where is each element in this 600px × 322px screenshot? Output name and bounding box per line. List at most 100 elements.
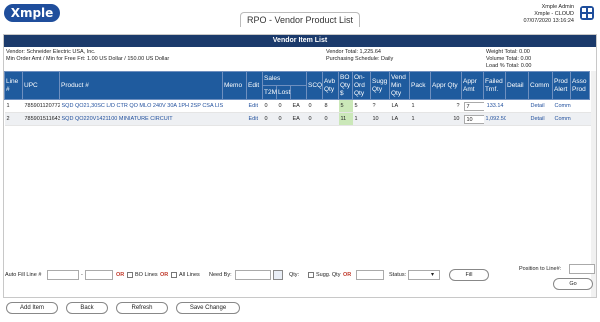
qty-input[interactable] [356, 270, 384, 280]
col-sugg: Sugg Qty [370, 71, 390, 100]
status-select[interactable] [408, 270, 440, 280]
col-line[interactable]: Line # [4, 71, 23, 100]
cell-bo: 5 [352, 99, 371, 113]
cell-onorder: 10 [370, 112, 390, 126]
vendor-info: Vendor: Schneider Electric USA, Inc. Min… [4, 47, 596, 71]
sugg-qty-checkbox[interactable] [308, 272, 314, 278]
col-product[interactable]: Product # [59, 71, 223, 100]
cell-failed [505, 112, 529, 126]
weight-label: Weight Total: [486, 49, 518, 55]
cell-sugg: LA [389, 112, 410, 126]
col-memo: Memo [222, 71, 247, 100]
need-by-label: Need By: [209, 272, 232, 278]
go-button[interactable]: Go [553, 278, 593, 290]
add-item-button[interactable]: Add Item [6, 302, 58, 314]
cell-appr[interactable]: 7 [461, 99, 484, 113]
cell-comm-link[interactable]: Comm [552, 112, 571, 126]
cell-t2m: 0 [276, 112, 291, 126]
qty-label: Qty: [289, 272, 300, 278]
col-avb: Avb Qty [322, 71, 339, 100]
cell-product-link[interactable]: SQD QO220V1421100 MINIATURE CIRCUIT [59, 112, 223, 126]
cell-sales: 0 [262, 112, 277, 126]
cell-edit-link[interactable]: Edit [246, 99, 263, 113]
need-by-input[interactable] [235, 270, 271, 280]
col-upc[interactable]: UPC [22, 71, 60, 100]
fill-button[interactable]: Fill [449, 269, 489, 281]
cell-comm-link[interactable]: Comm [552, 99, 571, 113]
position-input[interactable] [569, 264, 595, 274]
cell-scq: 8 [322, 99, 339, 113]
cell-avb: 5 [338, 99, 353, 113]
cell-scq: 0 [322, 112, 339, 126]
bo-lines-label: BO Lines [135, 272, 158, 278]
schedule-value: Daily [381, 56, 394, 62]
datetime: 07/07/2020 13:16:24 [523, 18, 574, 24]
save-change-button[interactable]: Save Change [176, 302, 240, 314]
cell-lost: 0 [306, 112, 323, 126]
autofill-to-input[interactable] [85, 270, 113, 280]
cell-memo[interactable] [222, 99, 247, 113]
cell-edit-link[interactable]: Edit [246, 112, 263, 126]
vendor-total-value: 1,225.64 [359, 49, 381, 55]
vendor-label: Vendor: [6, 49, 25, 55]
chevron-down-icon: ▾ [431, 272, 435, 278]
cell-pack: 10 [430, 112, 462, 126]
cell-t2m: 0 [276, 99, 291, 113]
cell-alert [570, 99, 590, 113]
cell-avb: 11 [338, 112, 353, 126]
position-label: Position to Line#: [519, 266, 562, 272]
autofill-from-input[interactable] [47, 270, 79, 280]
appr-qty-input[interactable]: 10 [463, 114, 484, 124]
load-value: 0.00 [520, 63, 532, 69]
footer-actions: Add Item Back Refresh Save Change [0, 300, 600, 322]
min-order-value: 1.00 US Dollar / 150.00 US Dollar [87, 56, 170, 62]
appr-qty-input[interactable]: 7 [463, 101, 484, 111]
sugg-qty-label: Sugg. Qty [316, 272, 341, 278]
col-appr-amt: Appr Amt [461, 71, 484, 100]
table-row[interactable]: 2 785901511643 SQD QO220V1421100 MINIATU… [4, 112, 596, 126]
dash: - [81, 272, 83, 278]
cell-memo[interactable] [222, 112, 247, 126]
cell-lost: 0 [306, 99, 323, 113]
col-bo: BO Qty $ [338, 71, 353, 100]
back-button[interactable]: Back [66, 302, 108, 314]
cell-onorder: ? [370, 99, 390, 113]
col-scq: SCQ [306, 71, 323, 100]
refresh-button[interactable]: Refresh [116, 302, 168, 314]
vendor-item-table: Line # UPC Product # Memo Edit Sales SCQ… [4, 71, 596, 126]
col-lost: Lost [276, 85, 291, 100]
all-lines-checkbox[interactable] [171, 272, 177, 278]
cell-vendmin: 1 [409, 112, 431, 126]
bo-lines-checkbox[interactable] [127, 272, 133, 278]
cell-appr[interactable]: 10 [461, 112, 484, 126]
cell-failed [505, 99, 529, 113]
col-appr: Appr Qty [430, 71, 462, 100]
xmple-logo[interactable]: Xmple [4, 4, 60, 22]
volume-label: Volume Total: [486, 56, 519, 62]
col-sales-blank [290, 85, 307, 100]
cell-sugg: LA [389, 99, 410, 113]
load-label: Load % Total: [486, 63, 520, 69]
cell-unit: EA [290, 99, 307, 113]
table-row[interactable]: 1 785901120772 SQD QO21,30SC L/D CTR QO … [4, 99, 596, 113]
vendor-value: Schneider Electric USA, Inc. [26, 49, 96, 55]
cell-detail-link[interactable]: Detail [528, 112, 553, 126]
cell-detail-link[interactable]: Detail [528, 99, 553, 113]
vendor-item-panel: Vendor Item List Vendor: Schneider Elect… [3, 34, 597, 298]
cell-product-link[interactable]: SQD QO21,30SC L/D CTR QO MLO 240V 30A 1P… [59, 99, 223, 113]
col-comm: Comm [528, 71, 553, 100]
calendar-icon[interactable] [273, 270, 283, 280]
weight-value: 0.00 [519, 49, 530, 55]
status-label: Status: [389, 272, 407, 278]
apps-grid-icon[interactable] [580, 6, 594, 20]
cell-bo: 1 [352, 112, 371, 126]
top-bar: Xmple RPO - Vendor Product List Xmple Ad… [0, 0, 600, 32]
cell-appr-amt: 133.14 [483, 99, 506, 113]
cell-upc: 785901511643 [22, 112, 60, 126]
schedule-label: Purchasing Schedule: [326, 56, 380, 62]
or-label: OR [343, 272, 352, 278]
col-asso: Asso Prod [570, 71, 590, 100]
col-onorder: On-Ord Qty [352, 71, 371, 100]
volume-value: 0.00 [520, 56, 532, 62]
cell-pack: ? [430, 99, 462, 113]
